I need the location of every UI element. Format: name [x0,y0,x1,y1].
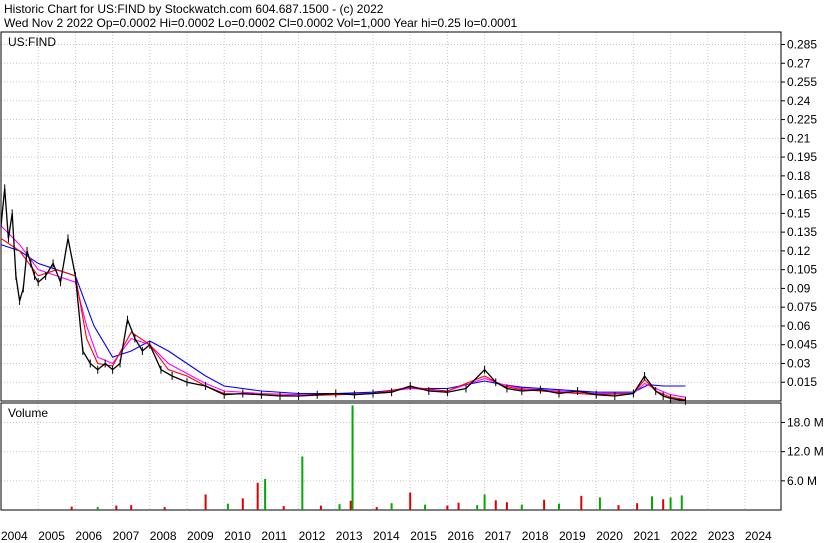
x-tick-label: 2004 [1,529,28,543]
price-line [0,188,686,402]
volume-panel-label: Volume [8,406,48,420]
y-tick-label: 0.24 [787,94,811,108]
ma_long-line [0,244,686,395]
y-tick-label: 0.03 [787,356,811,370]
x-axis-ticks: 2004 2005 2006 2007 2008 2009 2010 2011 2012 2013… [1,529,772,543]
volume-tick-label: 6.0 M [787,474,817,488]
volume-bar [96,507,99,510]
y-tick-label: 0.015 [787,375,817,389]
volume-bar [375,507,378,510]
volume-bar [483,494,486,510]
volume-bar [256,482,259,510]
y-tick-label: 0.15 [787,206,811,220]
x-tick-label: 2020 [596,529,623,543]
y-tick-label: 0.045 [787,338,817,352]
ma_mid-line [0,225,686,398]
volume-bar [446,505,449,510]
volume-bar [241,498,244,510]
y-tick-label: 0.255 [787,75,817,89]
y-tick-label: 0.18 [787,169,811,183]
volume-panel-frame [0,402,782,511]
y-tick-label: 0.12 [787,244,811,258]
x-tick-label: 2012 [299,529,326,543]
x-tick-label: 2008 [150,529,177,543]
volume-bar [520,504,523,510]
volume-bar [494,500,497,510]
x-tick-label: 2021 [633,529,660,543]
x-tick-label: 2024 [745,529,772,543]
volume-bar [319,505,322,510]
x-tick-label: 2011 [261,529,287,543]
x-tick-label: 2019 [559,529,586,543]
volume-bar [662,499,665,510]
y-tick-label: 0.09 [787,281,811,295]
y-tick-label: 0.21 [787,131,811,145]
volume-bar [204,494,207,510]
price-panel-frame [0,31,782,402]
x-tick-label: 2023 [708,529,735,543]
volume-bar [580,495,583,510]
y-tick-label: 0.195 [787,150,817,164]
x-tick-label: 2007 [113,529,140,543]
volume-bar [424,504,427,510]
volume-bar [301,456,304,510]
y-tick-label: 0.105 [787,263,817,277]
volume-bar [338,504,341,510]
volume-bar [617,505,620,510]
price-panel-label: US:FIND [8,35,56,49]
volume-bar [390,503,393,510]
volume-bar [351,405,354,510]
x-tick-label: 2006 [75,529,102,543]
x-tick-label: 2013 [336,529,363,543]
x-tick-label: 2005 [38,529,65,543]
volume-bar [651,496,653,510]
x-tick-label: 2009 [187,529,214,543]
y-tick-label: 0.27 [787,56,811,70]
y-axis-ticks: 0.285 0.27 0.255 0.24 0.225 0.21 0.195 0.18 0.16… [781,38,817,389]
y-tick-label: 0.225 [787,113,817,127]
volume-bar [543,499,546,510]
volume-bar [505,502,508,510]
y-tick-label: 0.06 [787,319,811,333]
x-tick-label: 2014 [373,529,400,543]
y-tick-label: 0.285 [787,38,817,52]
volume-bar [680,495,683,510]
y-tick-label: 0.135 [787,225,817,239]
price-volume-chart: US:FIND Volume 0.2850.270.2550.240.2250.… [0,31,824,543]
x-tick-label: 2022 [671,529,698,543]
volume-bar [264,478,267,510]
x-tick-label: 2017 [485,529,512,543]
volume-tick-label: 18.0 M [787,415,824,429]
volume-bars [70,405,683,510]
volume-bar [226,503,229,510]
x-tick-label: 2010 [224,529,251,543]
volume-bar [409,492,412,510]
volume-tick-label: 12.0 M [787,445,824,459]
volume-bar [457,502,460,510]
x-tick-label: 2016 [447,529,474,543]
volume-bar [130,505,133,510]
volume-bar [669,497,672,510]
volume-axis-ticks: 18.0 M 12.0 M 6.0 M [781,415,824,488]
grid-lines [0,32,781,510]
volume-bar [558,503,560,510]
volume-bar [70,506,73,510]
volume-bar [115,505,118,510]
volume-bar [163,507,166,510]
x-tick-label: 2018 [522,529,549,543]
ma_short-line [0,237,686,401]
y-tick-label: 0.165 [787,188,817,202]
volume-bar [282,506,285,510]
volume-bar [476,505,479,510]
price-series [0,184,686,405]
x-tick-label: 2015 [410,529,437,543]
volume-bar [598,497,601,510]
y-tick-label: 0.075 [787,300,817,314]
volume-bar [349,500,352,510]
volume-bar [636,503,639,510]
